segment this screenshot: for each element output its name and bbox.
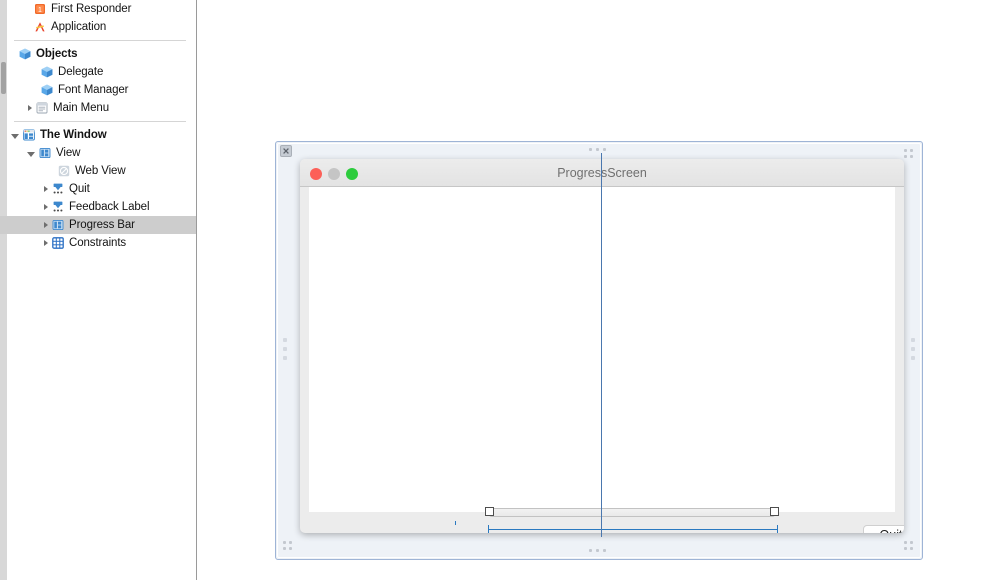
- window-title: ProgressScreen: [557, 166, 647, 180]
- outline-row-label: Progress Bar: [69, 219, 135, 231]
- width-constraint-indicator[interactable]: [488, 525, 778, 533]
- view-icon: [38, 146, 52, 160]
- chevron-right-icon[interactable]: [44, 240, 48, 246]
- outline-row-quit[interactable]: Quit: [0, 180, 196, 198]
- svg-text:1: 1: [38, 7, 42, 14]
- outline-row-label: Objects: [36, 48, 78, 60]
- scene-resize-grip-top-right[interactable]: [904, 149, 915, 160]
- chevron-right-icon[interactable]: [44, 186, 48, 192]
- outline-row-label: Feedback Label: [69, 201, 150, 213]
- canvas-area: ProgressScreen Quit: [198, 0, 999, 580]
- outline-row-first-responder[interactable]: 1 First Responder: [0, 0, 196, 18]
- first-responder-icon: 1: [33, 2, 47, 16]
- outline-row-label: Delegate: [58, 66, 104, 78]
- constraint-cap-left: [488, 525, 489, 533]
- scene-resize-grip-top[interactable]: [589, 148, 606, 151]
- constraint-center-tick: [455, 521, 456, 525]
- outline-row-label: Main Menu: [53, 102, 109, 114]
- outline-row-delegate[interactable]: Delegate: [0, 63, 196, 81]
- chevron-right-icon[interactable]: [28, 105, 32, 111]
- scene-resize-grip-left[interactable]: [283, 338, 287, 360]
- outline-row-font-manager[interactable]: Font Manager: [0, 81, 196, 99]
- menu-list-icon: [35, 101, 49, 115]
- outline-row-label: Application: [51, 21, 107, 33]
- cube-icon: [40, 65, 54, 79]
- progress-bar[interactable]: [485, 507, 779, 517]
- outline-row-the-window[interactable]: The Window: [0, 126, 196, 144]
- chevron-right-icon[interactable]: [44, 222, 48, 228]
- selection-handle-right[interactable]: [770, 507, 779, 516]
- constraint-node-icon: [51, 182, 65, 196]
- window-icon: [22, 128, 36, 142]
- constraint-node-icon: [51, 200, 65, 214]
- document-outline-panel: 1 First Responder Application Objects De…: [0, 0, 197, 580]
- outline-row-label: Constraints: [69, 237, 127, 249]
- outline-row-label: Quit: [69, 183, 90, 195]
- constraint-cap-right: [777, 525, 778, 533]
- quit-button[interactable]: Quit: [863, 525, 904, 533]
- web-view-icon: [57, 164, 71, 178]
- outline-row-label: Font Manager: [58, 84, 129, 96]
- constraints-grid-icon: [51, 236, 65, 250]
- scene-resize-grip-right[interactable]: [911, 338, 915, 360]
- close-icon[interactable]: [280, 145, 292, 157]
- selection-handle-left[interactable]: [485, 507, 494, 516]
- progress-bar-icon: [51, 218, 65, 232]
- center-alignment-guide: [601, 153, 602, 537]
- outline-row-progress-bar[interactable]: Progress Bar: [0, 216, 196, 234]
- outline-row-label: View: [56, 147, 81, 159]
- chevron-down-icon[interactable]: [11, 133, 19, 139]
- chevron-right-icon[interactable]: [44, 204, 48, 210]
- chevron-down-icon[interactable]: [27, 151, 35, 157]
- outline-row-view[interactable]: View: [0, 144, 196, 162]
- scene-selection-frame[interactable]: ProgressScreen Quit: [275, 141, 923, 560]
- outline-separator: [14, 121, 186, 122]
- scene-resize-grip-bottom[interactable]: [589, 549, 606, 552]
- scene-resize-grip-bottom-right[interactable]: [904, 541, 915, 552]
- application-icon: [33, 20, 47, 34]
- outline-row-application[interactable]: Application: [0, 18, 196, 36]
- outline-row-feedback-label[interactable]: Feedback Label: [0, 198, 196, 216]
- outline-separator: [14, 40, 186, 41]
- cube-icon: [40, 83, 54, 97]
- window-content-view[interactable]: Quit: [309, 187, 904, 533]
- objects-cube-icon: [18, 47, 32, 61]
- scene-resize-grip-bottom-left[interactable]: [283, 541, 294, 552]
- outline-row-label: First Responder: [51, 3, 132, 15]
- outline-row-label: The Window: [40, 129, 107, 141]
- outline-row-label: Web View: [75, 165, 126, 177]
- outline-row-main-menu[interactable]: Main Menu: [0, 99, 196, 117]
- outline-row-web-view[interactable]: Web View: [0, 162, 196, 180]
- outline-row-constraints[interactable]: Constraints: [0, 234, 196, 252]
- simulated-window[interactable]: ProgressScreen Quit: [300, 159, 904, 533]
- outline-row-objects[interactable]: Objects: [0, 45, 196, 63]
